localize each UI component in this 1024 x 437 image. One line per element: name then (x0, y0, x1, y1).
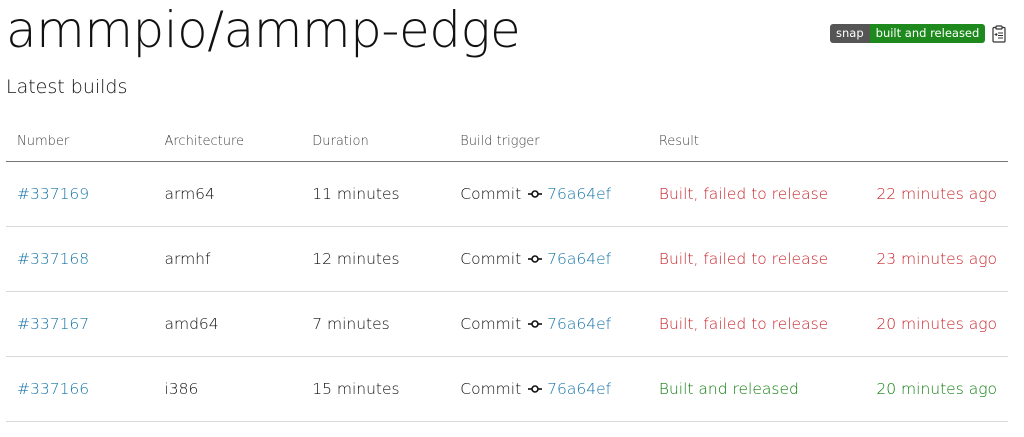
commit-icon (528, 315, 543, 333)
header-duration: Duration (301, 121, 450, 162)
commit-icon (528, 250, 543, 268)
header-build-trigger: Build trigger (449, 121, 648, 162)
build-trigger-cell: Commit 76a64ef (449, 161, 648, 227)
header-time (865, 121, 1008, 162)
builds-table: Number Architecture Duration Build trigg… (6, 121, 1008, 422)
header-number: Number (6, 121, 154, 162)
trigger-label: Commit (460, 184, 522, 203)
build-trigger-cell: Commit 76a64ef (449, 356, 648, 422)
build-time-cell: 22 minutes ago (865, 161, 1008, 227)
architecture-cell: amd64 (153, 291, 302, 357)
trigger-label: Commit (460, 249, 522, 268)
architecture-cell: armhf (153, 226, 302, 292)
snap-status-badge[interactable]: snap built and released (830, 24, 986, 43)
duration-cell: 11 minutes (301, 161, 450, 227)
commit-hash-link[interactable]: 76a64ef (547, 250, 611, 268)
build-trigger-cell: Commit 76a64ef (449, 291, 648, 357)
table-header-row: Number Architecture Duration Build trigg… (6, 121, 1008, 162)
duration-cell: 15 minutes (301, 356, 450, 422)
badge-label-left: snap (830, 24, 870, 43)
build-time-cell: 20 minutes ago (865, 356, 1008, 422)
trigger-label: Commit (460, 379, 522, 398)
table-row: #337169 arm64 11 minutes Commit 76a64ef Built… (6, 161, 1008, 227)
trigger-label: Commit (460, 314, 522, 333)
build-number-cell: #337168 (6, 226, 154, 292)
build-trigger-cell: Commit 76a64ef (449, 226, 648, 292)
clipboard-icon[interactable] (991, 24, 1007, 43)
header-architecture: Architecture (153, 121, 302, 162)
badge-label-right: built and released (869, 24, 986, 43)
commit-hash-link[interactable]: 76a64ef (547, 315, 611, 333)
section-heading: Latest builds (6, 76, 128, 98)
table-row: #337167 amd64 7 minutes Commit 76a64ef Built,… (6, 291, 1008, 357)
result-cell: Built, failed to release (647, 291, 866, 357)
commit-icon (528, 380, 543, 398)
duration-cell: 7 minutes (301, 291, 450, 357)
header-result: Result (647, 121, 866, 162)
build-number-cell: #337166 (6, 356, 154, 422)
commit-hash-link[interactable]: 76a64ef (547, 380, 611, 398)
build-number-link[interactable]: #337169 (17, 185, 89, 203)
table-row: #337166 i386 15 minutes Commit 76a64ef Built … (6, 356, 1008, 422)
table-row: #337168 armhf 12 minutes Commit 76a64ef Built… (6, 226, 1008, 292)
build-time-cell: 23 minutes ago (865, 226, 1008, 292)
build-status-badge-group: snap built and released (830, 24, 1007, 43)
commit-hash-link[interactable]: 76a64ef (547, 185, 611, 203)
build-number-link[interactable]: #337166 (17, 380, 89, 398)
build-number-cell: #337169 (6, 161, 154, 227)
build-number-link[interactable]: #337167 (17, 315, 89, 333)
architecture-cell: arm64 (153, 161, 302, 227)
page-title: ammpio/ammp-edge (6, 1, 521, 59)
result-cell: Built, failed to release (647, 226, 866, 292)
result-cell: Built and released (647, 356, 866, 422)
commit-icon (528, 185, 543, 203)
build-number-cell: #337167 (6, 291, 154, 357)
duration-cell: 12 minutes (301, 226, 450, 292)
build-number-link[interactable]: #337168 (17, 250, 89, 268)
build-time-cell: 20 minutes ago (865, 291, 1008, 357)
architecture-cell: i386 (153, 356, 302, 422)
result-cell: Built, failed to release (647, 161, 866, 227)
